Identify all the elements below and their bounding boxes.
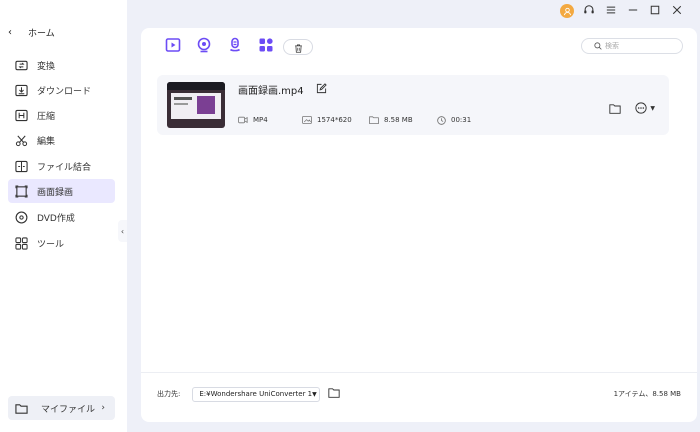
chevron-left-icon: ‹ [8,26,12,38]
footer: 出力先: E:¥Wondershare UniConverter 1 ▼ 1アイ… [157,386,681,402]
more-options-button[interactable]: ▼ [635,99,655,118]
sidebar-item-convert[interactable]: 変換 [8,53,115,77]
sidebar-item-edit[interactable]: 編集 [8,128,115,152]
folder-icon [328,388,340,400]
sidebar-item-merge[interactable]: ファイル結合 [8,154,115,178]
clock-icon [436,115,446,125]
file-meta: MP4 1574*620 8.58 MB 00:31 [238,114,471,126]
folder-icon [609,99,621,118]
convert-icon [15,59,28,72]
output-label: 出力先: [157,390,181,398]
record-screen-button[interactable] [157,38,188,56]
more-tools-button[interactable] [250,38,281,56]
sidebar-item-label: 編集 [37,136,56,147]
merge-icon [15,160,28,173]
meta-size: 8.58 MB [369,115,436,125]
apps-grid-icon [258,37,274,57]
card-actions: ▼ [609,99,655,118]
home-link[interactable]: ‹ ホーム [8,22,55,42]
close-icon [672,5,682,18]
meta-resolution: 1574*620 [302,115,369,125]
webcam-icon [196,37,212,57]
delete-button[interactable] [283,39,313,55]
size-value: 8.58 MB [384,116,413,124]
avatar-icon [560,4,574,18]
output-path-value: E:¥Wondershare UniConverter 1 [199,390,313,398]
tools-icon [15,236,28,250]
screen-capture-icon [165,37,181,57]
home-label: ホーム [28,28,55,39]
open-folder-button[interactable] [609,99,621,118]
screen-record-icon [15,184,28,198]
maximize-button[interactable] [644,3,666,19]
compress-icon [15,109,28,122]
item-summary: 1アイテム、8.58 MB [613,390,681,398]
account-button[interactable] [556,3,578,19]
file-card[interactable]: 画面録画.mp4 MP4 1574*620 8.58 MB 00:31 ▼ [157,75,669,135]
hamburger-icon [606,5,616,18]
output-path-select[interactable]: E:¥Wondershare UniConverter 1 ▼ [192,386,321,402]
sidebar-item-screen-record[interactable]: 画面録画 [8,179,115,203]
sidebar-item-dvd[interactable]: DVD作成 [8,205,115,229]
sidebar-item-label: ファイル結合 [37,162,92,173]
sidebar-item-label: ダウンロード [37,86,92,97]
edit-icon [316,82,327,97]
duration-value: 00:31 [451,116,472,124]
sidebar-item-label: ツール [37,239,65,250]
caret-down-icon: ▼ [650,105,655,112]
scissors-icon [15,134,28,147]
dvd-icon [15,211,28,224]
resolution-value: 1574*620 [317,116,352,124]
record-webcam-button[interactable] [188,37,219,57]
trash-icon [294,38,303,57]
my-files-button[interactable]: マイファイル › [8,396,115,420]
download-icon [15,84,28,97]
sidebar-item-label: 画面録画 [37,187,74,198]
meta-format: MP4 [238,115,302,125]
microphone-icon [227,37,243,57]
divider [141,372,697,373]
open-output-folder-button[interactable] [328,388,340,400]
sidebar-item-compress[interactable]: 圧縮 [8,103,115,127]
my-files-label: マイファイル [41,404,96,415]
caret-down-icon: ▼ [312,390,317,398]
support-button[interactable] [578,3,600,19]
search-box[interactable]: 検索 [581,38,683,54]
meta-duration: 00:31 [436,115,471,125]
toolbar [157,37,313,57]
format-value: MP4 [253,116,268,124]
folder-icon [15,402,28,415]
search-input[interactable]: 検索 [605,41,619,51]
sidebar-item-label: DVD作成 [37,213,75,224]
sidebar: ‹ ホーム 変換 ダウンロード 圧縮 編集 ファイル結合 画面録画 DVD作成 … [0,0,127,432]
sidebar-item-label: 圧縮 [37,111,56,122]
sidebar-item-tools[interactable]: ツール [8,231,115,255]
video-thumbnail[interactable] [167,82,225,128]
chevron-right-icon: › [101,403,105,413]
maximize-icon [650,5,660,18]
search-icon [594,42,602,50]
more-horizontal-icon [635,99,647,118]
minimize-button[interactable] [622,3,644,19]
file-name: 画面録画.mp4 [238,86,304,97]
folder-icon [369,115,379,125]
rename-button[interactable] [316,82,327,97]
sidebar-item-download[interactable]: ダウンロード [8,78,115,102]
minimize-icon [628,5,638,18]
chevron-left-icon: ‹ [120,226,125,236]
headset-icon [583,4,595,19]
video-icon [238,115,248,125]
main-panel: 検索 画面録画.mp4 MP4 1574*620 8.58 MB 00:31 ▼… [141,28,697,422]
close-button[interactable] [666,3,688,19]
record-audio-button[interactable] [219,37,250,57]
sidebar-collapse-button[interactable]: ‹ [118,220,127,242]
sidebar-item-label: 変換 [37,61,56,72]
menu-button[interactable] [600,3,622,19]
window-controls [556,3,688,19]
resolution-icon [302,115,312,125]
